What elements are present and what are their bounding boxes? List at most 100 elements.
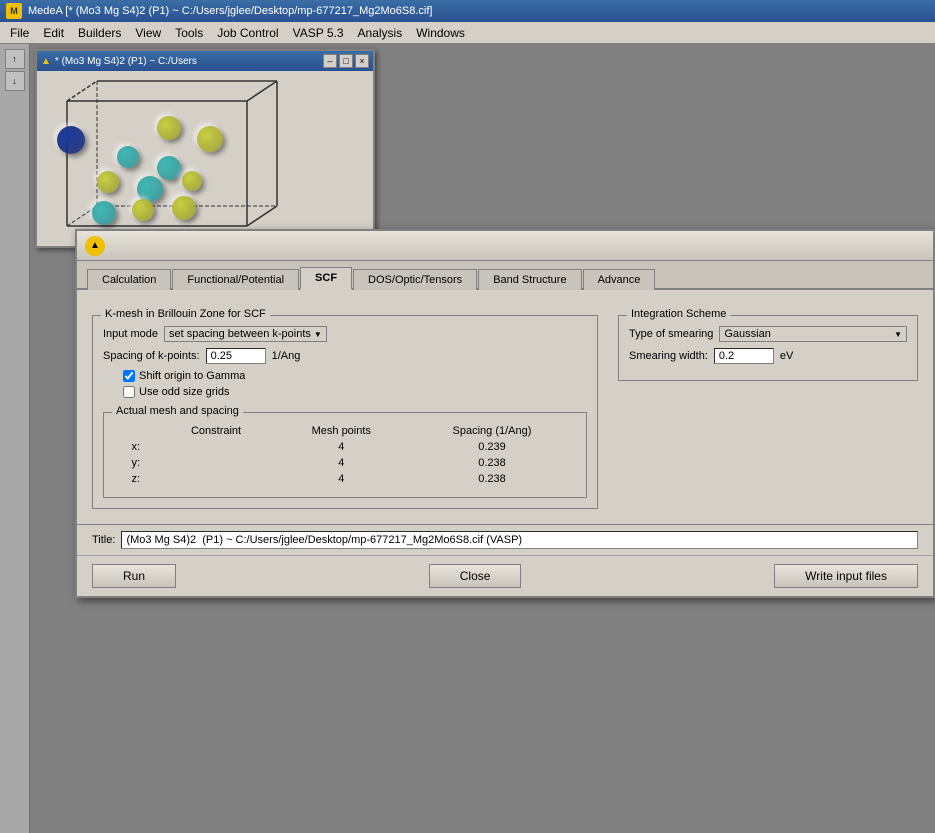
shift-origin-label: Shift origin to Gamma: [139, 370, 245, 382]
atom-5: [97, 171, 119, 193]
odd-size-label: Use odd size grids: [139, 386, 230, 398]
write-input-files-button[interactable]: Write input files: [774, 564, 918, 588]
actual-mesh-title: Actual mesh and spacing: [112, 405, 243, 417]
menu-builders[interactable]: Builders: [72, 24, 127, 42]
input-mode-row: Input mode set spacing between k-points …: [103, 326, 587, 342]
menu-analysis[interactable]: Analysis: [352, 24, 409, 42]
menu-jobcontrol[interactable]: Job Control: [211, 24, 284, 42]
app-icon: M: [6, 3, 22, 19]
smearing-width-row: Smearing width: eV: [629, 348, 907, 364]
input-mode-dropdown[interactable]: set spacing between k-points ▼: [164, 326, 327, 342]
col-header-axis: [114, 423, 157, 439]
mesh-constraint-1: [157, 455, 274, 471]
mesh-axis-2: z:: [114, 471, 157, 487]
atom-10: [172, 196, 196, 220]
mesh-points-0: 4: [275, 439, 408, 455]
mesh-points-2: 4: [275, 471, 408, 487]
input-mode-dropdown-arrow: ▼: [314, 330, 322, 339]
tab-advanced[interactable]: Advance: [583, 269, 656, 290]
smearing-type-arrow: ▼: [894, 330, 902, 339]
side-panel: ↑ ↓: [0, 44, 30, 833]
odd-size-checkbox[interactable]: [123, 386, 135, 398]
kmesh-group: K-mesh in Brillouin Zone for SCF Input m…: [92, 315, 598, 509]
smearing-width-input[interactable]: [714, 348, 774, 364]
atom-1: [157, 116, 181, 140]
actual-mesh-group: Actual mesh and spacing Constraint Mesh …: [103, 412, 587, 498]
tab-functional[interactable]: Functional/Potential: [172, 269, 299, 290]
spacing-row: Spacing of k-points: 1/Ang: [103, 348, 587, 364]
mesh-spacing-1: 0.238: [408, 455, 576, 471]
child-title-text: * (Mo3 Mg S4)2 (P1) ~ C:/Users: [55, 56, 319, 67]
atom-3: [117, 146, 139, 168]
tab-bandstructure[interactable]: Band Structure: [478, 269, 581, 290]
smearing-width-label: Smearing width:: [629, 350, 708, 362]
menu-edit[interactable]: Edit: [37, 24, 70, 42]
atom-2: [197, 126, 223, 152]
atom-container: [37, 71, 373, 246]
child-window: ▲ * (Mo3 Mg S4)2 (P1) ~ C:/Users – □ ×: [35, 49, 375, 248]
tabs-container: Calculation Functional/Potential SCF DOS…: [77, 261, 933, 290]
mesh-spacing-2: 0.238: [408, 471, 576, 487]
smearing-type-label: Type of smearing: [629, 328, 713, 340]
side-btn-1[interactable]: ↑: [5, 49, 25, 69]
child-window-controls: – □ ×: [323, 54, 369, 68]
mesh-table-row: y: 4 0.238: [114, 455, 576, 471]
atom-4: [157, 156, 181, 180]
spacing-label: Spacing of k-points:: [103, 350, 200, 362]
col-header-meshpoints: Mesh points: [275, 423, 408, 439]
right-panel: Integration Scheme Type of smearing Gaus…: [618, 305, 918, 509]
menu-view[interactable]: View: [129, 24, 167, 42]
input-mode-label: Input mode: [103, 328, 158, 340]
smearing-type-row: Type of smearing Gaussian ▼: [629, 326, 907, 342]
shift-origin-row: Shift origin to Gamma: [103, 370, 587, 382]
spacing-input[interactable]: [206, 348, 266, 364]
menu-windows[interactable]: Windows: [410, 24, 471, 42]
title-input[interactable]: [121, 531, 918, 549]
shift-origin-checkbox[interactable]: [123, 370, 135, 382]
mesh-table: Constraint Mesh points Spacing (1/Ang) x…: [114, 423, 576, 487]
restore-button[interactable]: □: [339, 54, 353, 68]
odd-size-row: Use odd size grids: [103, 386, 587, 398]
main-title-bar: M MedeA [* (Mo3 Mg S4)2 (P1) ~ C:/Users/…: [0, 0, 935, 22]
minimize-button[interactable]: –: [323, 54, 337, 68]
main-area: ↑ ↓ ▲ * (Mo3 Mg S4)2 (P1) ~ C:/Users – □…: [0, 44, 935, 833]
menu-tools[interactable]: Tools: [169, 24, 209, 42]
dialog-body: K-mesh in Brillouin Zone for SCF Input m…: [77, 290, 933, 524]
spacing-unit: 1/Ang: [272, 350, 301, 362]
child-content: [37, 71, 373, 246]
mesh-axis-1: y:: [114, 455, 157, 471]
tab-calculation[interactable]: Calculation: [87, 269, 171, 290]
kmesh-group-title: K-mesh in Brillouin Zone for SCF: [101, 308, 270, 320]
child-title-bar: ▲ * (Mo3 Mg S4)2 (P1) ~ C:/Users – □ ×: [37, 51, 373, 71]
side-btn-2[interactable]: ↓: [5, 71, 25, 91]
menu-bar: File Edit Builders View Tools Job Contro…: [0, 22, 935, 44]
atom-7: [182, 171, 202, 191]
atom-8: [92, 201, 116, 225]
mesh-spacing-0: 0.239: [408, 439, 576, 455]
col-header-constraint: Constraint: [157, 423, 274, 439]
mesh-constraint-0: [157, 439, 274, 455]
integration-group: Integration Scheme Type of smearing Gaus…: [618, 315, 918, 381]
left-panel: K-mesh in Brillouin Zone for SCF Input m…: [92, 305, 598, 509]
mesh-table-row: z: 4 0.238: [114, 471, 576, 487]
close-button[interactable]: ×: [355, 54, 369, 68]
dialog-header: ▲: [77, 231, 933, 261]
child-title-icon: ▲: [41, 56, 51, 67]
tab-scf[interactable]: SCF: [300, 267, 352, 290]
smearing-width-unit: eV: [780, 350, 793, 362]
main-title-text: MedeA [* (Mo3 Mg S4)2 (P1) ~ C:/Users/jg…: [28, 5, 929, 17]
menu-vasp[interactable]: VASP 5.3: [287, 24, 350, 42]
tab-dos[interactable]: DOS/Optic/Tensors: [353, 269, 477, 290]
integration-group-title: Integration Scheme: [627, 308, 730, 320]
dialog-logo: ▲: [85, 236, 105, 256]
title-row: Title:: [77, 524, 933, 555]
atom-9: [132, 199, 154, 221]
mesh-constraint-2: [157, 471, 274, 487]
smearing-type-dropdown[interactable]: Gaussian ▼: [719, 326, 907, 342]
mesh-axis-0: x:: [114, 439, 157, 455]
close-button[interactable]: Close: [429, 564, 522, 588]
action-buttons: Run Close Write input files: [77, 555, 933, 596]
run-button[interactable]: Run: [92, 564, 176, 588]
title-label: Title:: [92, 534, 115, 546]
menu-file[interactable]: File: [4, 24, 35, 42]
